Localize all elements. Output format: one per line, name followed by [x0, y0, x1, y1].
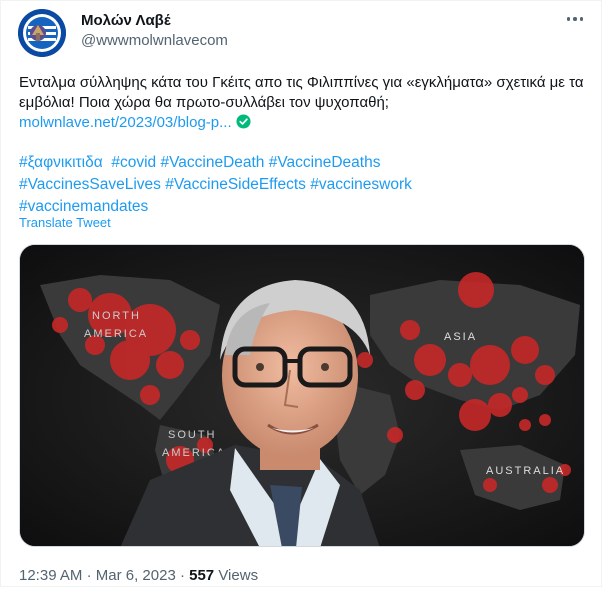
avatar[interactable]: [18, 9, 66, 57]
hashtag-link[interactable]: #vaccinemandates: [19, 198, 148, 215]
map-label-australia: AUSTRALIA: [486, 465, 565, 477]
tweet-date[interactable]: Mar 6, 2023: [96, 567, 176, 584]
views-count: 557: [189, 567, 215, 584]
display-name[interactable]: Μολών Λαβέ: [81, 11, 171, 31]
account-handle[interactable]: @wwwmolwnlavecom: [81, 31, 228, 51]
tweet-text: Ενταλμα σύλληψης κάτα του Γκέιτς απο τις…: [19, 74, 584, 111]
avatar-logo-icon: [18, 9, 66, 57]
hashtag-link[interactable]: #VaccinesSaveLives: [19, 176, 161, 193]
more-icon-dot: [566, 17, 571, 21]
map-label-asia: ASIA: [444, 331, 477, 343]
more-icon-dot: [573, 17, 577, 21]
hashtag-link[interactable]: #covid: [111, 154, 156, 171]
tweet-meta: 12:39 AM · Mar 6, 2023 · 557 Views: [19, 566, 258, 586]
more-icon[interactable]: [561, 9, 589, 29]
tweet-body: Ενταλμα σύλληψης κάτα του Γκέιτς απο τις…: [19, 73, 589, 133]
world-map-photo: NORTH AMERICA SOUTH AMERICA ASIA AUSTRAL…: [20, 245, 584, 546]
more-icon-dot: [579, 17, 584, 21]
meta-separator: ·: [179, 567, 185, 584]
hashtag-link[interactable]: #vaccineswork: [310, 176, 412, 193]
meta-separator: ·: [86, 567, 92, 584]
tweet-link[interactable]: molwnlave.net/2023/03/blog-p...: [19, 114, 232, 131]
hashtag-link[interactable]: #ξαφνικιτιδα: [19, 154, 103, 171]
verified-check-icon: [236, 114, 251, 129]
map-label-north-america: NORTH: [92, 310, 141, 322]
map-label-north-america-2: AMERICA: [84, 328, 148, 340]
hashtag-link[interactable]: #VaccineDeath: [160, 154, 264, 171]
translate-tweet-link[interactable]: Translate Tweet: [19, 215, 111, 231]
views-label: Views: [218, 567, 259, 584]
hashtags: #ξαφνικιτιδα #covid #VaccineDeath #Vacci…: [19, 152, 589, 218]
tweet-time[interactable]: 12:39 AM: [19, 567, 82, 584]
map-label-south-america: SOUTH: [168, 429, 217, 441]
tweet[interactable]: Μολών Λαβέ @wwwmolwnlavecom Ενταλμα σύλλ…: [0, 0, 602, 587]
hashtag-link[interactable]: #VaccineSideEffects: [165, 176, 306, 193]
tweet-media-image[interactable]: NORTH AMERICA SOUTH AMERICA ASIA AUSTRAL…: [19, 244, 585, 547]
hashtag-link[interactable]: #VaccineDeaths: [269, 154, 381, 171]
